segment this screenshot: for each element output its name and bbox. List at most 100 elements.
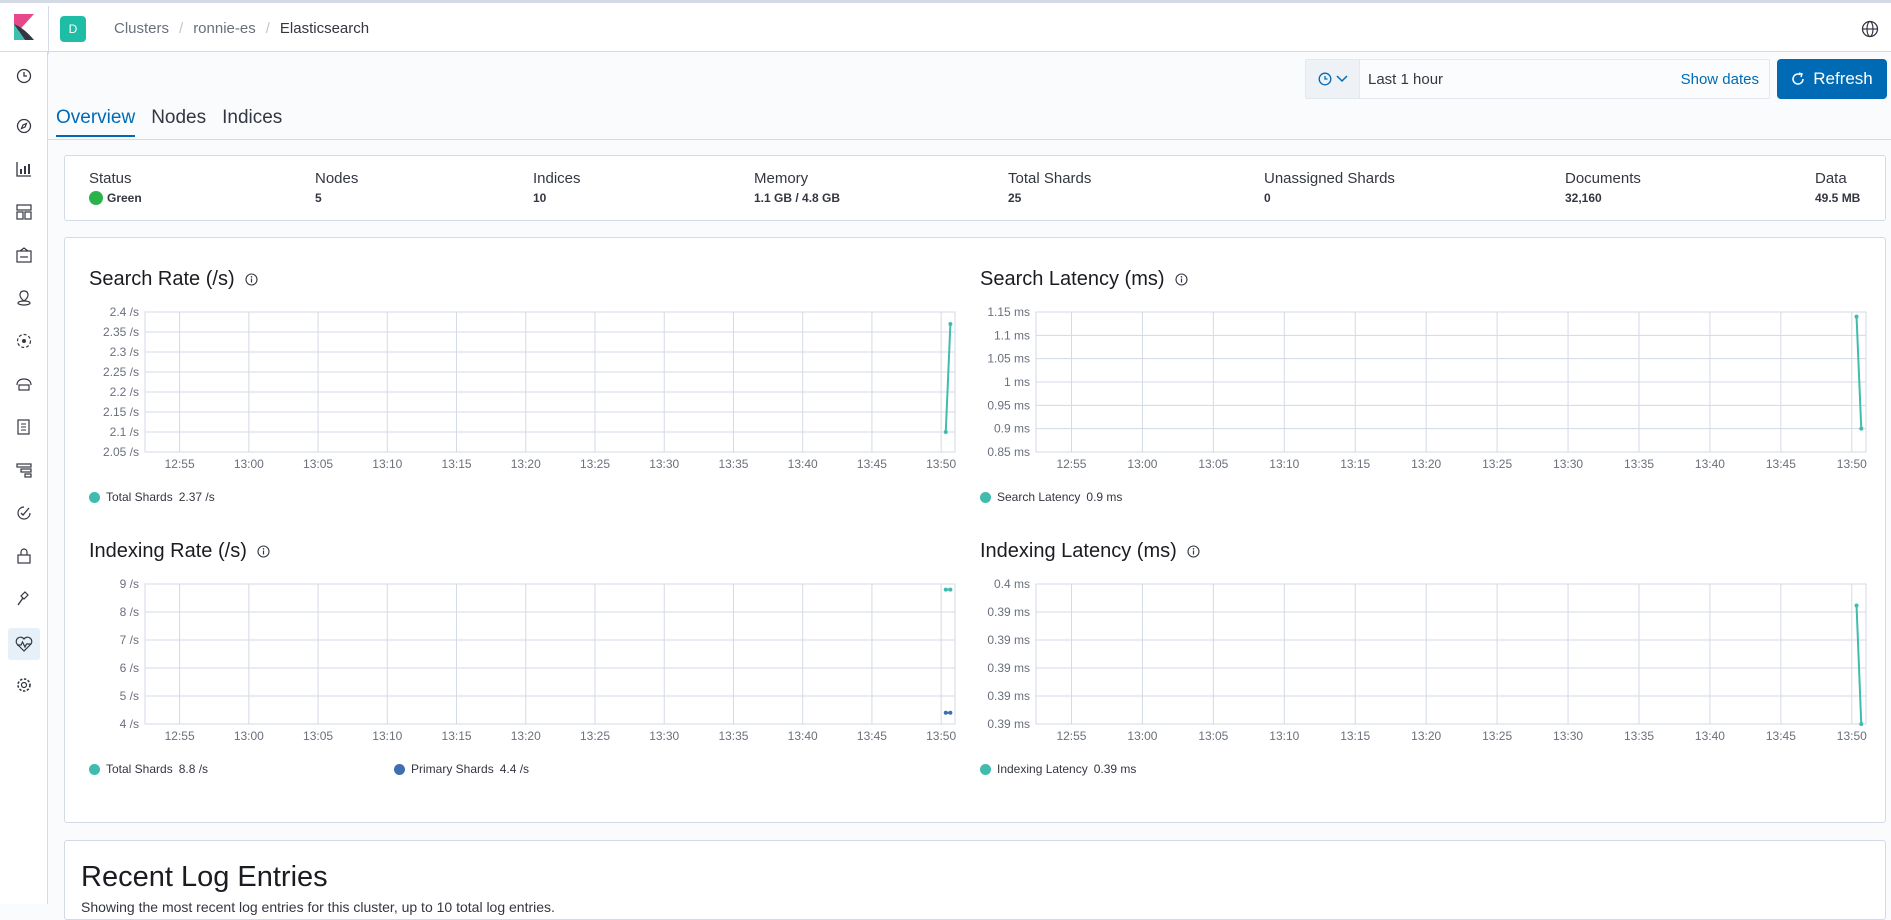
legend-name: Search Latency [997, 490, 1081, 504]
y-tick-label: 0.9 ms [994, 422, 1030, 436]
y-tick-label: 0.39 ms [987, 661, 1030, 675]
x-tick-label: 13:15 [1340, 729, 1370, 743]
x-tick-label: 13:35 [718, 457, 748, 471]
data-point [948, 587, 953, 592]
visualize-icon[interactable] [12, 157, 36, 181]
apm-icon[interactable] [12, 458, 36, 482]
dashboard-icon[interactable] [12, 200, 36, 224]
legend-dot-icon [980, 491, 991, 503]
y-tick-label: 2.05 /s [103, 445, 139, 459]
y-tick-label: 1.05 ms [987, 352, 1030, 366]
indexing-latency-chart[interactable]: 0.4 ms 0.39 ms 0.39 ms 0.39 ms 0.39 ms 0.39 m… [956, 576, 1886, 748]
y-tick-label: 4 /s [120, 717, 139, 731]
discover-icon[interactable] [12, 114, 36, 138]
space-avatar[interactable]: D [60, 16, 86, 42]
maps-icon[interactable] [12, 286, 36, 310]
y-tick-label: 2.4 /s [110, 305, 139, 319]
legend-value: 2.37 /s [178, 490, 215, 504]
indexing-rate-chart[interactable]: 9 /s 8 /s 7 /s 6 /s 5 /s 4 /s 12:55 13:00 13:05 1… [65, 576, 975, 748]
x-tick-label: 13:10 [1269, 729, 1299, 743]
x-tick-label: 13:35 [718, 729, 748, 743]
canvas-icon[interactable] [12, 243, 36, 267]
logs-icon[interactable] [12, 415, 36, 439]
x-tick-label: 13:25 [580, 457, 610, 471]
x-tick-label: 13:05 [1198, 729, 1228, 743]
legend-value: 4.4 /s [499, 762, 530, 776]
uptime-icon[interactable] [12, 501, 36, 525]
tab-nodes[interactable]: Nodes [151, 107, 206, 137]
y-tick-label: 0.39 ms [987, 689, 1030, 703]
x-tick-label: 13:30 [1553, 457, 1583, 471]
plot-frame [1035, 583, 1867, 725]
legend-name: Primary Shards [411, 762, 494, 776]
data-point [1859, 722, 1864, 726]
infrastructure-icon[interactable] [12, 372, 36, 396]
monitoring-icon[interactable] [8, 628, 40, 660]
time-range-label[interactable]: Last 1 hour [1368, 71, 1443, 88]
recent-log-panel: Recent Log Entries Showing the most rece… [64, 840, 1886, 920]
x-tick-label: 13:15 [442, 457, 472, 471]
x-tick-label: 13:25 [580, 729, 610, 743]
plot-frame [144, 583, 956, 725]
breadcrumb-clusters[interactable]: Clusters [114, 20, 169, 37]
x-tick-label: 13:50 [1837, 729, 1867, 743]
legend-item[interactable]: Indexing Latency 0.39 ms [980, 762, 1136, 776]
legend-name: Total Shards [106, 490, 173, 504]
legend-item[interactable]: Search Latency 0.9 ms [980, 490, 1122, 504]
breadcrumb: Clusters / ronnie-es / Elasticsearch [114, 20, 369, 37]
legend-dot-icon [89, 763, 100, 775]
x-tick-label: 13:45 [1766, 457, 1796, 471]
x-tick-label: 13:10 [372, 457, 402, 471]
x-tick-label: 13:05 [303, 729, 333, 743]
x-tick-label: 13:10 [372, 729, 402, 743]
info-icon[interactable] [1187, 545, 1200, 558]
x-tick-label: 13:00 [1127, 729, 1157, 743]
tab-overview[interactable]: Overview [56, 107, 136, 137]
plot-frame [144, 311, 956, 453]
status-green-dot-icon [89, 191, 103, 205]
refresh-button[interactable]: Refresh [1777, 59, 1887, 99]
x-tick-label: 13:15 [442, 729, 472, 743]
show-dates-link[interactable]: Show dates [1681, 71, 1759, 88]
stat-label: Indices [533, 170, 581, 187]
chart-title-indexing-latency: Indexing Latency (ms) [980, 540, 1200, 563]
stat-label: Documents [1565, 170, 1641, 187]
legend-item[interactable]: Primary Shards 4.4 /s [394, 762, 529, 776]
x-tick-label: 13:20 [511, 729, 541, 743]
cluster-summary: Status Green Nodes 5 Indices 10 Memory 1… [64, 155, 1886, 221]
siem-icon[interactable] [12, 544, 36, 568]
management-icon[interactable] [12, 673, 36, 697]
search-latency-chart[interactable]: 1.15 ms 1.1 ms 1.05 ms 1 ms 0.95 ms 0.9 ms 0.8… [956, 304, 1886, 476]
dev-tools-icon[interactable] [12, 587, 36, 611]
legend-item[interactable]: Total Shards 2.37 /s [89, 490, 215, 504]
search-rate-chart[interactable]: 2.4 /s 2.35 /s 2.3 /s 2.25 /s 2.2 /s 2.15 /s 2… [65, 304, 975, 476]
x-tick-label: 13:15 [1340, 457, 1370, 471]
stat-label: Status [89, 170, 132, 187]
y-tick-label: 2.15 /s [103, 405, 139, 419]
y-tick-label: 2.3 /s [110, 345, 139, 359]
date-picker: Last 1 hour Show dates [1305, 59, 1770, 99]
stat-data: Data 49.5 MB [1815, 170, 1860, 205]
log-subtitle: Showing the most recent log entries for … [81, 899, 555, 915]
x-tick-label: 13:25 [1482, 729, 1512, 743]
stat-value: 10 [533, 191, 547, 205]
tab-indices[interactable]: Indices [222, 107, 282, 137]
legend-item[interactable]: Total Shards 8.8 /s [89, 762, 208, 776]
legend-dot-icon [394, 763, 405, 775]
x-tick-label: 13:00 [234, 457, 264, 471]
info-icon[interactable] [245, 273, 258, 286]
quick-select-button[interactable] [1306, 60, 1360, 98]
recent-icon[interactable] [12, 64, 36, 88]
chart-title-text: Indexing Rate (/s) [89, 540, 247, 562]
side-navigation [0, 52, 48, 904]
breadcrumb-cluster-name[interactable]: ronnie-es [193, 20, 256, 37]
info-icon[interactable] [1174, 273, 1188, 286]
y-tick-label: 8 /s [120, 605, 139, 619]
info-icon[interactable] [257, 545, 270, 558]
help-globe-icon[interactable] [1861, 20, 1879, 38]
y-tick-label: 0.95 ms [987, 398, 1030, 412]
ml-icon[interactable] [12, 329, 36, 353]
refresh-label: Refresh [1813, 69, 1873, 88]
kibana-logo-icon[interactable] [12, 14, 36, 40]
data-point [948, 710, 953, 715]
